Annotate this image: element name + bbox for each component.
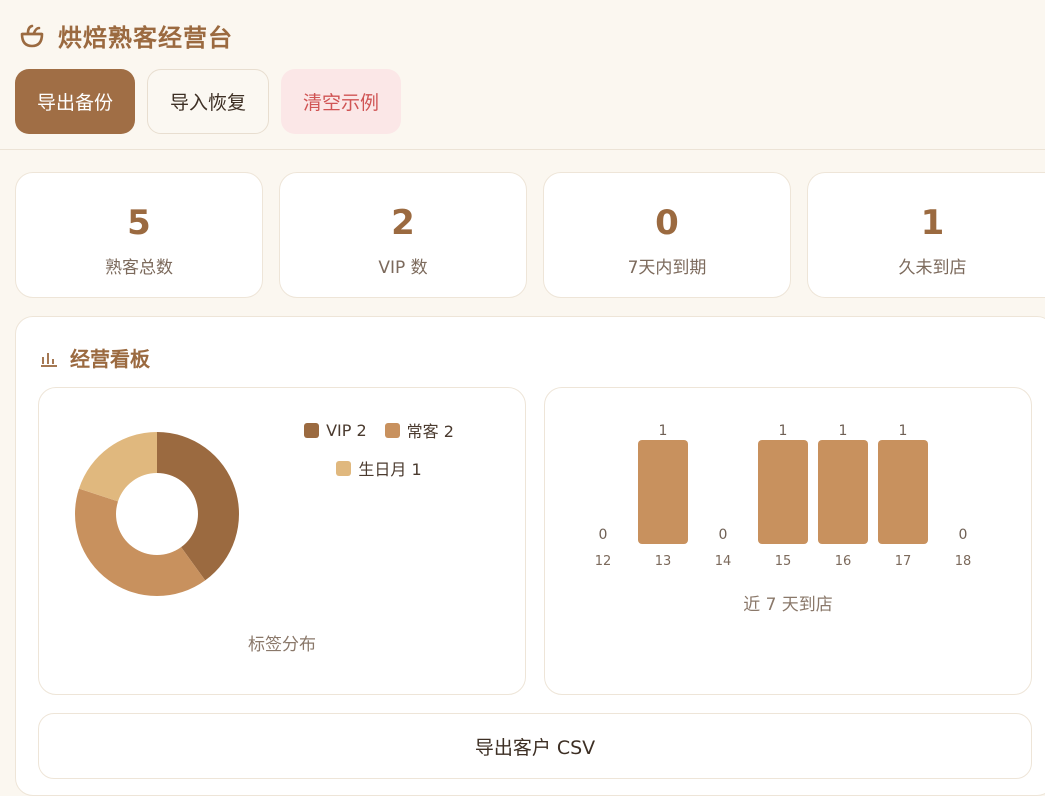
- chart-caption: 标签分布: [248, 635, 316, 655]
- stat-value: 2: [391, 203, 415, 243]
- x-tick-label: 16: [835, 554, 852, 569]
- stats-row: 5 熟客总数 2 VIP 数 0 7天内到期 1 久未到店: [15, 172, 1045, 298]
- board-title: 经营看板: [38, 343, 150, 372]
- bar-chart-icon: [41, 352, 57, 367]
- export-backup-button[interactable]: 导出备份: [15, 69, 135, 134]
- cake-icon: [20, 24, 44, 47]
- title-row: 烘焙熟客经营台: [18, 18, 233, 53]
- stat-label: 久未到店: [898, 258, 967, 278]
- bar-value-label: 1: [839, 423, 848, 439]
- stat-card-total-customers: 5 熟客总数: [15, 172, 263, 298]
- stat-label: 熟客总数: [105, 258, 173, 278]
- bar-value-label: 1: [779, 423, 788, 439]
- bar-value-label: 0: [599, 527, 608, 543]
- bar-17: [878, 440, 928, 544]
- toolbar: 导出备份 导入恢复 清空示例: [15, 69, 401, 134]
- bar-16: [818, 440, 868, 544]
- bar-value-label: 1: [659, 423, 668, 439]
- import-restore-button[interactable]: 导入恢复: [147, 69, 269, 134]
- legend-label: 常客 2: [406, 422, 454, 441]
- bar-chart: 0 12 1 13 0 14 1 15 1 16 1 17 0 18: [595, 423, 972, 569]
- bar-13: [638, 440, 688, 544]
- stat-card-vip-count: 2 VIP 数: [279, 172, 527, 298]
- bar-value-label: 1: [899, 423, 908, 439]
- chart-legend: VIP 2 常客 2 生日月 1: [279, 418, 479, 494]
- stat-label: 7天内到期: [627, 258, 707, 278]
- bar-value-label: 0: [719, 527, 728, 543]
- dashboard-panel: 经营看板 VIP 2 常客 2 生日月 1 标签分布 0 12 1 13 0 1…: [15, 316, 1045, 796]
- stat-label: VIP 数: [378, 258, 428, 278]
- x-tick-label: 18: [955, 554, 972, 569]
- legend-label: VIP 2: [326, 420, 367, 440]
- stat-card-expiring: 0 7天内到期: [543, 172, 791, 298]
- x-tick-label: 15: [775, 554, 792, 569]
- x-tick-label: 14: [715, 554, 732, 569]
- stat-card-inactive: 1 久未到店: [807, 172, 1045, 298]
- stat-value: 5: [127, 203, 151, 243]
- bar-value-label: 0: [959, 527, 968, 543]
- pie-slice-2: [79, 432, 157, 502]
- legend-label: 生日月 1: [358, 460, 422, 479]
- chart-caption: 近 7 天到店: [743, 595, 833, 615]
- legend-swatch-birthday: [336, 460, 352, 476]
- x-tick-label: 17: [895, 554, 912, 569]
- bar-15: [758, 440, 808, 544]
- app-title: 烘焙熟客经营台: [58, 24, 233, 52]
- x-tick-label: 12: [595, 554, 612, 569]
- legend-swatch-regular: [384, 422, 400, 438]
- legend-swatch-vip: [304, 422, 320, 438]
- board-title-text: 经营看板: [70, 347, 150, 371]
- weekly-visits-chart: 0 12 1 13 0 14 1 15 1 16 1 17 0 18 近 7 天到店: [544, 387, 1032, 695]
- legend-item-birthday: 生日月 1: [336, 456, 422, 480]
- stat-value: 1: [920, 203, 945, 243]
- legend-item-regular: 常客 2: [384, 418, 454, 442]
- stat-value: 0: [655, 203, 679, 243]
- x-tick-label: 13: [655, 554, 672, 569]
- header: 烘焙熟客经营台 导出备份 导入恢复 清空示例: [0, 0, 1045, 150]
- legend-item-vip: VIP 2: [304, 418, 367, 442]
- pie-slice-1: [75, 488, 206, 596]
- clear-demo-button[interactable]: 清空示例: [281, 69, 401, 134]
- tag-distribution-chart: VIP 2 常客 2 生日月 1 标签分布: [38, 387, 526, 695]
- export-csv-button[interactable]: 导出客户 CSV: [38, 713, 1032, 779]
